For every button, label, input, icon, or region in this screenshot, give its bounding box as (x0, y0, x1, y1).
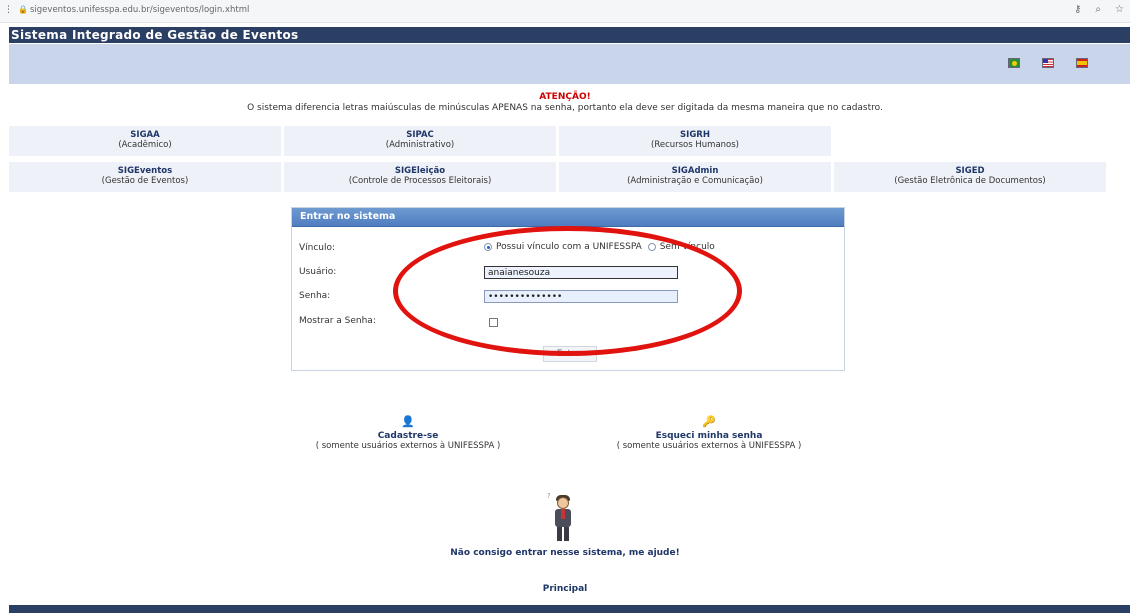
question-mark-icon: ? (547, 492, 551, 500)
login-panel-title: Entrar no sistema (292, 208, 844, 227)
login-panel: Entrar no sistema Vínculo: Possui víncul… (291, 207, 845, 371)
usuario-input[interactable]: anaianesouza (484, 266, 678, 279)
vinculo-radio-without[interactable] (647, 243, 656, 251)
url-text[interactable]: sigeventos.unifesspa.edu.br/sigeventos/l… (30, 5, 249, 15)
system-name: SIGRH (680, 130, 710, 140)
usuario-row: Usuário: (299, 267, 336, 277)
help-character-icon[interactable]: ? (547, 492, 579, 544)
footer-bar (9, 605, 1130, 613)
system-desc: (Recursos Humanos) (651, 140, 739, 150)
esqueci-link[interactable]: Esqueci minha senha (599, 431, 819, 441)
vinculo-row: Vínculo: (299, 243, 335, 253)
vinculo-radio-with[interactable] (484, 243, 492, 251)
system-desc: (Administração e Comunicação) (627, 176, 763, 186)
system-name: SIGAA (130, 130, 160, 140)
entrar-button[interactable]: Entrar (543, 346, 597, 362)
system-link-sigeleicao[interactable]: SIGEleição (Controle de Processos Eleito… (284, 162, 556, 192)
flag-usa-icon[interactable] (1042, 58, 1054, 68)
vinculo-option-without-label[interactable]: Sem vínculo (660, 242, 715, 252)
system-name: SIGED (955, 166, 985, 176)
app-header: Sistema Integrado de Gestão de Eventos (9, 27, 1130, 43)
esqueci-note: ( somente usuários externos à UNIFESSPA … (616, 441, 802, 451)
cadastre-link[interactable]: Cadastre-se (298, 431, 518, 441)
info-icon[interactable]: ⋮ (4, 5, 13, 15)
mostrar-senha-label: Mostrar a Senha: (299, 316, 376, 326)
mostrar-row: Mostrar a Senha: (299, 316, 376, 326)
vinculo-options: Possui vínculo com a UNIFESSPA Sem víncu… (484, 242, 718, 253)
browser-address-bar: ⋮ 🔒 sigeventos.unifesspa.edu.br/sigevent… (0, 0, 1130, 23)
attention-title: ATENÇÃO! (539, 92, 591, 102)
cadastre-link-block[interactable]: 👤 Cadastre-se ( somente usuários externo… (298, 415, 518, 452)
mostrar-senha-checkbox[interactable] (489, 318, 498, 327)
flag-brazil-icon[interactable] (1008, 58, 1020, 68)
system-link-siged[interactable]: SIGED (Gestão Eletrônica de Documentos) (834, 162, 1106, 192)
system-desc: (Controle de Processos Eleitorais) (348, 176, 492, 186)
system-desc: (Administrativo) (385, 140, 455, 150)
esqueci-link-block[interactable]: 🔑 Esqueci minha senha ( somente usuários… (599, 415, 819, 452)
senha-input[interactable]: •••••••••••••• (484, 290, 678, 303)
senha-label: Senha: (299, 291, 331, 301)
cadastre-note: ( somente usuários externos à UNIFESSPA … (315, 441, 501, 451)
system-name: SIGEventos (117, 166, 173, 176)
system-link-sipac[interactable]: SIPAC (Administrativo) (284, 126, 556, 156)
senha-row: Senha: (299, 291, 330, 301)
system-name: SIPAC (406, 130, 434, 140)
app-title: Sistema Integrado de Gestão de Eventos (11, 28, 299, 42)
usuario-label: Usuário: (299, 267, 337, 277)
attention-message: O sistema diferencia letras maiúsculas d… (247, 103, 883, 113)
flag-spain-icon[interactable] (1076, 58, 1088, 68)
star-icon[interactable]: ☆ (1115, 4, 1124, 15)
system-name: SIGEleição (394, 166, 446, 176)
system-desc: (Acadêmico) (118, 140, 172, 150)
system-link-sigeventos[interactable]: SIGEventos (Gestão de Eventos) (9, 162, 281, 192)
system-link-sigrh[interactable]: SIGRH (Recursos Humanos) (559, 126, 831, 156)
system-name: SIGAdmin (671, 166, 719, 176)
key-icon[interactable]: ⚷ (1074, 4, 1081, 15)
help-link[interactable]: Não consigo entrar nesse sistema, me aju… (0, 548, 1130, 558)
principal-link[interactable]: Principal (0, 584, 1130, 594)
system-desc: (Gestão Eletrônica de Documentos) (894, 176, 1046, 186)
system-link-sigaa[interactable]: SIGAA (Acadêmico) (9, 126, 281, 156)
systems-grid: SIGAA (Acadêmico) SIPAC (Administrativo)… (9, 126, 1130, 198)
vinculo-option-with-label[interactable]: Possui vínculo com a UNIFESSPA (496, 242, 642, 252)
header-band (9, 44, 1130, 84)
zoom-icon[interactable]: ⌕ (1095, 4, 1101, 15)
system-link-sigadmin[interactable]: SIGAdmin (Administração e Comunicação) (559, 162, 831, 192)
attention-notice: ATENÇÃO! O sistema diferencia letras mai… (0, 92, 1130, 113)
system-cell-empty (834, 126, 1106, 156)
vinculo-label: Vínculo: (299, 243, 336, 253)
user-add-icon: 👤 (401, 415, 415, 428)
system-desc: (Gestão de Eventos) (101, 176, 189, 186)
lock-icon[interactable]: 🔒 (18, 5, 28, 14)
key-user-icon: 🔑 (702, 415, 716, 428)
